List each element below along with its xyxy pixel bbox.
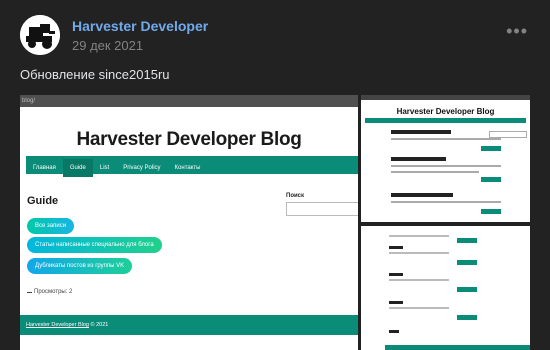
page-heading: Guide <box>27 195 59 207</box>
search-label: Поиск <box>286 193 305 199</box>
url-bar: blog/ <box>20 95 358 107</box>
post-preview <box>389 246 509 265</box>
footer-link: Harvester Developer Blog <box>26 322 89 328</box>
post-text: Обновление since2015ru <box>20 67 170 82</box>
ellipsis-icon[interactable]: ••• <box>506 22 528 40</box>
post-preview <box>391 157 501 182</box>
pagination <box>389 330 509 333</box>
post-preview <box>389 301 509 320</box>
blog-nav <box>365 118 526 123</box>
nav-item-privacy: Privacy Policy <box>123 165 161 171</box>
author-name[interactable]: Harvester Developer <box>72 18 208 34</box>
post-date[interactable]: 29 дек 2021 <box>72 38 143 53</box>
blog-footer <box>385 345 530 350</box>
footer-copyright: © 2021 <box>88 322 109 328</box>
blog-footer: Harvester Developer Blog © 2021 <box>20 315 358 335</box>
url-bar <box>361 95 530 100</box>
attached-image-bottom-right[interactable] <box>361 226 530 350</box>
search-input <box>286 202 358 216</box>
attached-image-top-right[interactable]: Harvester Developer Blog <box>361 95 530 222</box>
nav-item-contacts: Контакты <box>174 165 201 171</box>
nav-item-guide: Guide <box>62 159 93 177</box>
attached-image-main[interactable]: blog/ Harvester Developer Blog Главная Gu… <box>20 95 358 350</box>
vk-duplicates-button: Дубликаты постов из группы VK <box>27 258 133 274</box>
blog-articles-button: Статьи написанные специально для блога <box>27 237 162 253</box>
harvester-logo-icon <box>20 15 60 55</box>
post-preview <box>389 273 509 292</box>
post-preview <box>389 232 509 243</box>
post-preview <box>391 193 501 214</box>
post-preview <box>391 130 501 151</box>
blog-title: Harvester Developer Blog <box>396 107 495 116</box>
views-counter: Просмотры: 2 <box>27 288 72 295</box>
nav-item-list: List <box>99 165 110 171</box>
views-text: Просмотры: 2 <box>34 289 73 295</box>
blog-nav: Главная Guide List Privacy Policy Контакты <box>26 156 358 177</box>
avatar[interactable] <box>20 15 60 55</box>
blog-title: Harvester Developer Blog <box>76 129 302 150</box>
nav-item-home: Главная <box>33 165 56 171</box>
bar-chart-icon <box>27 288 32 293</box>
all-posts-button: Все записи <box>27 218 75 234</box>
